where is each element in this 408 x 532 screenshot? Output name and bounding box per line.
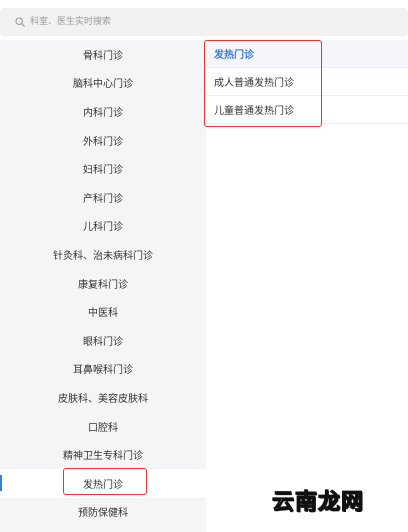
sidebar-item-gynecology[interactable]: 妇科门诊	[0, 154, 206, 183]
search-input[interactable]	[30, 12, 390, 32]
sidebar-item-label: 产科门诊	[83, 193, 123, 205]
sidebar-item-mental-health[interactable]: 精神卫生专科门诊	[0, 440, 206, 469]
sidebar-item-label: 针灸科、治未病科门诊	[53, 250, 153, 262]
search-icon	[14, 16, 26, 28]
sidebar-item-brain-center[interactable]: 脑科中心门诊	[0, 69, 206, 98]
department-sidebar: 骨科门诊 脑科中心门诊 内科门诊 外科门诊 妇科门诊 产科门诊 儿科门诊 针灸科…	[0, 40, 206, 532]
sidebar-item-acupuncture[interactable]: 针灸科、治未病科门诊	[0, 240, 206, 269]
sidebar-item-obstetrics[interactable]: 产科门诊	[0, 183, 206, 212]
sub-item-child-fever[interactable]: 儿童普通发热门诊	[206, 96, 408, 124]
active-indicator	[0, 475, 2, 491]
sidebar-item-label: 内科门诊	[83, 107, 123, 119]
sidebar-item-label: 口腔科	[88, 422, 118, 434]
sidebar-item-label: 眼科门诊	[83, 336, 123, 348]
sub-item-label: 成人普通发热门诊	[214, 78, 294, 89]
sidebar-item-preventive-care[interactable]: 预防保健科	[0, 498, 206, 527]
sidebar-item-label: 耳鼻喉科门诊	[73, 365, 133, 377]
sub-department-header-label: 发热门诊	[214, 50, 254, 61]
sidebar-item-fever-clinic[interactable]: 发热门诊	[0, 469, 206, 498]
search-bar[interactable]	[0, 8, 408, 36]
sidebar-item-label: 精神卫生专科门诊	[63, 451, 143, 463]
sidebar-item-dermatology[interactable]: 皮肤科、美容皮肤科	[0, 383, 206, 412]
sidebar-item-surgery[interactable]: 外科门诊	[0, 126, 206, 155]
sidebar-item-label: 皮肤科、美容皮肤科	[58, 393, 148, 405]
sidebar-item-orthopedics[interactable]: 骨科门诊	[0, 40, 206, 69]
sidebar-item-stomatology[interactable]: 口腔科	[0, 412, 206, 441]
sidebar-item-rehabilitation[interactable]: 康复科门诊	[0, 269, 206, 298]
sidebar-item-label: 中医科	[88, 308, 118, 320]
sidebar-item-label: 脑科中心门诊	[73, 79, 133, 91]
sub-department-panel: 发热门诊 成人普通发热门诊 儿童普通发热门诊	[206, 40, 408, 532]
sidebar-item-pediatrics[interactable]: 儿科门诊	[0, 212, 206, 241]
sidebar-item-label: 儿科门诊	[83, 222, 123, 234]
sidebar-item-internal-medicine[interactable]: 内科门诊	[0, 97, 206, 126]
sidebar-item-label: 康复科门诊	[78, 279, 128, 291]
sub-item-adult-fever[interactable]: 成人普通发热门诊	[206, 68, 408, 96]
sub-department-header: 发热门诊	[206, 40, 408, 68]
sidebar-item-tcm[interactable]: 中医科	[0, 297, 206, 326]
sidebar-item-ent[interactable]: 耳鼻喉科门诊	[0, 355, 206, 384]
sidebar-item-label: 妇科门诊	[83, 165, 123, 177]
sidebar-item-label: 预防保健科	[78, 508, 128, 520]
sidebar-item-label: 骨科门诊	[83, 50, 123, 62]
sidebar-item-label: 外科门诊	[83, 136, 123, 148]
sidebar-item-ophthalmology[interactable]: 眼科门诊	[0, 326, 206, 355]
watermark-text: 云南龙网	[271, 490, 365, 516]
sub-item-label: 儿童普通发热门诊	[214, 106, 294, 117]
sidebar-item-label: 发热门诊	[83, 479, 123, 491]
